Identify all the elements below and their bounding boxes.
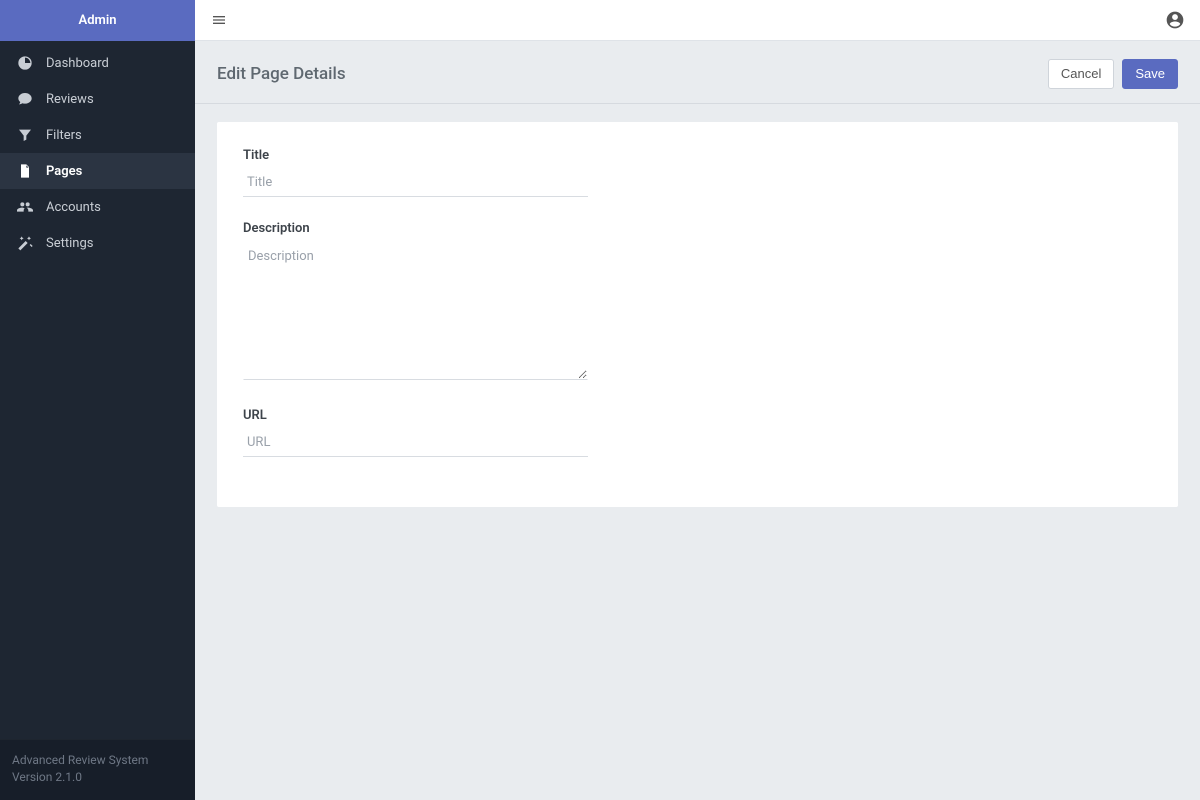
description-label: Description bbox=[243, 221, 588, 236]
sidebar-item-accounts[interactable]: Accounts bbox=[0, 189, 195, 225]
sidebar-footer: Advanced Review System Version 2.1.0 bbox=[0, 739, 195, 800]
form-group-title: Title bbox=[243, 148, 588, 197]
sidebar-item-label: Accounts bbox=[46, 200, 101, 215]
accounts-icon bbox=[14, 199, 36, 215]
sidebar-item-label: Dashboard bbox=[46, 56, 109, 71]
sidebar-item-label: Settings bbox=[46, 236, 93, 251]
sidebar-item-label: Filters bbox=[46, 128, 82, 143]
brand[interactable]: Admin bbox=[0, 0, 195, 41]
footer-app-name: Advanced Review System bbox=[12, 752, 183, 769]
form-card: Title Description URL bbox=[217, 122, 1178, 507]
cancel-button[interactable]: Cancel bbox=[1048, 59, 1114, 89]
dashboard-icon bbox=[14, 55, 36, 71]
sidebar-item-reviews[interactable]: Reviews bbox=[0, 81, 195, 117]
menu-toggle-icon[interactable] bbox=[209, 10, 229, 30]
form-group-description: Description bbox=[243, 221, 588, 384]
sidebar-item-label: Pages bbox=[46, 164, 82, 179]
url-input[interactable] bbox=[243, 429, 588, 457]
main: Edit Page Details Cancel Save Title Desc… bbox=[195, 0, 1200, 800]
settings-icon bbox=[14, 235, 36, 251]
url-label: URL bbox=[243, 408, 588, 423]
reviews-icon bbox=[14, 91, 36, 107]
filters-icon bbox=[14, 127, 36, 143]
page-title: Edit Page Details bbox=[217, 64, 346, 84]
sidebar-item-settings[interactable]: Settings bbox=[0, 225, 195, 261]
topbar bbox=[195, 0, 1200, 41]
footer-version: Version 2.1.0 bbox=[12, 769, 183, 786]
save-button[interactable]: Save bbox=[1122, 59, 1178, 89]
form-group-url: URL bbox=[243, 408, 588, 457]
header-actions: Cancel Save bbox=[1048, 59, 1178, 89]
sidebar-item-label: Reviews bbox=[46, 92, 94, 107]
sidebar-item-dashboard[interactable]: Dashboard bbox=[0, 45, 195, 81]
description-input[interactable] bbox=[243, 242, 588, 380]
title-input[interactable] bbox=[243, 169, 588, 197]
title-label: Title bbox=[243, 148, 588, 163]
page-header: Edit Page Details Cancel Save bbox=[195, 41, 1200, 104]
sidebar-item-pages[interactable]: Pages bbox=[0, 153, 195, 189]
sidebar-nav: Dashboard Reviews Filters Pages Accounts bbox=[0, 41, 195, 739]
user-account-icon[interactable] bbox=[1164, 9, 1186, 31]
content: Title Description URL bbox=[195, 104, 1200, 525]
sidebar: Admin Dashboard Reviews Filters Pages bbox=[0, 0, 195, 800]
pages-icon bbox=[14, 163, 36, 179]
sidebar-item-filters[interactable]: Filters bbox=[0, 117, 195, 153]
